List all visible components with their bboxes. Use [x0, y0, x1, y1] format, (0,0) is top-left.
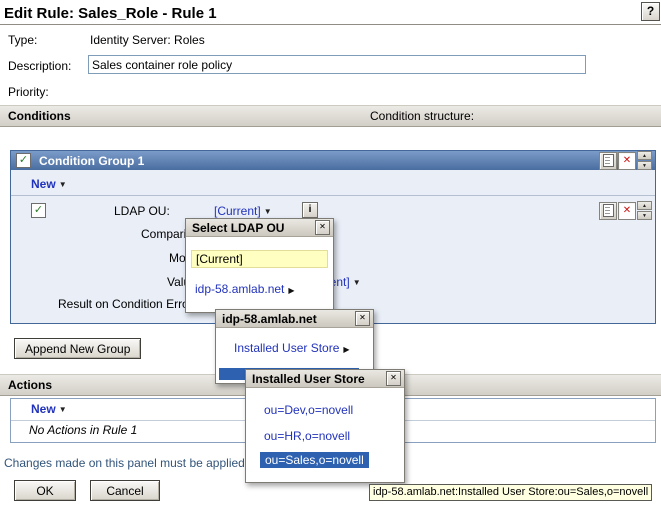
condition-group-header: ✓ Condition Group 1 ✕ ▲ ▼: [11, 151, 655, 170]
menu-item-label: Installed User Store: [234, 341, 339, 355]
type-label: Type:: [8, 33, 37, 47]
append-new-group-button[interactable]: Append New Group: [14, 338, 141, 359]
move-group-down-button[interactable]: ▼: [637, 161, 652, 170]
menu-item-installed-user-store[interactable]: Installed User Store ▶: [234, 341, 350, 355]
arrow-up-icon: ▲: [642, 203, 647, 209]
move-group-up-button[interactable]: ▲: [637, 151, 652, 160]
menu-item-ou-hr[interactable]: ou=HR,o=novell: [264, 429, 350, 443]
popup-header: Select LDAP OU ✕: [186, 219, 333, 237]
check-icon: ✓: [19, 154, 28, 166]
arrow-up-icon: ▲: [642, 153, 647, 159]
popup-title: idp-58.amlab.net: [222, 312, 317, 326]
chevron-down-icon: ▼: [59, 180, 67, 189]
chevron-down-icon: ▼: [59, 405, 67, 414]
chevron-down-icon: ▼: [264, 207, 272, 216]
ldap-ou-dropdown[interactable]: [Current]▼: [214, 204, 272, 218]
ldap-ou-label: LDAP OU:: [114, 204, 170, 218]
close-icon[interactable]: ✕: [355, 311, 370, 326]
condition-move-controls: ▲ ▼: [637, 201, 652, 220]
installed-user-store-popup: Installed User Store ✕ ou=Dev,o=novell o…: [245, 369, 405, 483]
apply-changes-note: Changes made on this panel must be appli…: [4, 456, 245, 470]
menu-item-idp-server[interactable]: idp-58.amlab.net ▶: [195, 282, 295, 296]
actions-new-label: New: [31, 402, 56, 416]
actions-new-menu[interactable]: New▼: [31, 402, 67, 416]
copy-icon: [603, 154, 614, 167]
menu-item-label: [Current]: [196, 252, 243, 266]
menu-item-ou-sales-selected[interactable]: ou=Sales,o=novell: [260, 452, 369, 468]
conditions-new-label: New: [31, 177, 56, 191]
priority-label: Priority:: [8, 85, 49, 99]
actions-bar-label: Actions: [0, 378, 52, 392]
condition-group-checkbox[interactable]: ✓: [16, 153, 31, 168]
condition-checkbox[interactable]: ✓: [31, 203, 46, 218]
submenu-arrow-icon: ▶: [288, 286, 294, 295]
no-actions-text: No Actions in Rule 1: [29, 423, 137, 437]
close-icon[interactable]: ✕: [386, 371, 401, 386]
info-icon: i: [309, 204, 312, 215]
move-condition-down-button[interactable]: ▼: [637, 211, 652, 220]
cancel-button[interactable]: Cancel: [90, 480, 160, 501]
menu-item-label: ou=HR,o=novell: [264, 429, 350, 443]
ok-button[interactable]: OK: [14, 480, 76, 501]
popup-title: Select LDAP OU: [192, 221, 284, 235]
result-on-error-label: Result on Condition Error:: [58, 297, 196, 311]
help-button[interactable]: ?: [641, 2, 660, 21]
chevron-down-icon: ▼: [353, 278, 361, 287]
move-condition-up-button[interactable]: ▲: [637, 201, 652, 210]
popup-title: Installed User Store: [252, 372, 365, 386]
description-input[interactable]: [88, 55, 586, 74]
condition-structure-label: Condition structure:: [370, 109, 474, 123]
ldap-ou-value: [Current]: [214, 204, 261, 218]
menu-item-label: ou=Sales,o=novell: [265, 453, 364, 467]
delete-icon: ✕: [623, 155, 631, 166]
delete-condition-button[interactable]: ✕: [618, 202, 636, 220]
info-button[interactable]: i: [302, 202, 318, 218]
conditions-bar-label: Conditions: [0, 109, 71, 123]
copy-icon: [603, 204, 614, 217]
delete-icon: ✕: [623, 205, 631, 216]
condition-group-move-controls: ▲ ▼: [637, 151, 652, 170]
condition-group-controls: ✕ ▲ ▼: [599, 151, 652, 170]
close-icon[interactable]: ✕: [315, 220, 330, 235]
popup-header: idp-58.amlab.net ✕: [216, 310, 373, 328]
condition-controls: ✕ ▲ ▼: [599, 201, 652, 220]
menu-item-current[interactable]: [Current]: [191, 250, 328, 268]
new-menu-divider: [11, 195, 655, 196]
selection-tooltip: idp-58.amlab.net:Installed User Store:ou…: [369, 484, 652, 501]
menu-item-label: ou=Dev,o=novell: [264, 403, 353, 417]
submenu-arrow-icon: ▶: [343, 345, 349, 354]
page-title: Edit Rule: Sales_Role - Rule 1: [4, 5, 217, 22]
description-label: Description:: [8, 59, 71, 73]
edit-rule-panel: Edit Rule: Sales_Role - Rule 1 ? Type: I…: [0, 0, 661, 506]
check-icon: ✓: [34, 204, 43, 216]
menu-item-label: idp-58.amlab.net: [195, 282, 284, 296]
select-ldap-ou-popup: Select LDAP OU ✕ [Current] idp-58.amlab.…: [185, 218, 334, 313]
popup-header: Installed User Store ✕: [246, 370, 404, 388]
copy-condition-button[interactable]: [599, 202, 617, 220]
menu-item-ou-dev[interactable]: ou=Dev,o=novell: [264, 403, 353, 417]
delete-condition-group-button[interactable]: ✕: [618, 152, 636, 170]
condition-group-title: Condition Group 1: [39, 154, 144, 168]
copy-condition-group-button[interactable]: [599, 152, 617, 170]
arrow-down-icon: ▼: [642, 213, 647, 219]
conditions-section-bar: Conditions Condition structure:: [0, 105, 661, 127]
title-divider: [0, 24, 661, 25]
arrow-down-icon: ▼: [642, 163, 647, 169]
conditions-new-menu[interactable]: New▼: [31, 177, 67, 191]
type-value: Identity Server: Roles: [90, 33, 205, 47]
